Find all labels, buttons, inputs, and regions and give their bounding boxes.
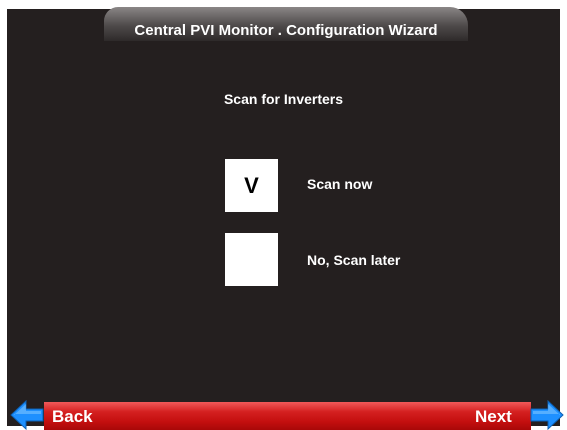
navigation-bar xyxy=(44,402,531,430)
arrow-left-icon[interactable] xyxy=(10,400,44,430)
next-button[interactable]: Next xyxy=(475,407,512,427)
window-title: Central PVI Monitor . Configuration Wiza… xyxy=(134,22,438,39)
wizard-screen: Central PVI Monitor . Configuration Wiza… xyxy=(0,0,567,430)
page-heading: Scan for Inverters xyxy=(223,91,344,107)
scan-now-mark: V xyxy=(244,172,259,198)
back-button[interactable]: Back xyxy=(52,407,93,427)
scan-later-label[interactable]: No, Scan later xyxy=(307,252,400,269)
scan-now-checkbox[interactable]: V xyxy=(225,159,278,212)
wizard-panel xyxy=(7,9,560,426)
scan-later-checkbox[interactable] xyxy=(225,233,278,286)
scan-now-label[interactable]: Scan now xyxy=(307,176,372,193)
arrow-right-icon[interactable] xyxy=(530,400,564,430)
